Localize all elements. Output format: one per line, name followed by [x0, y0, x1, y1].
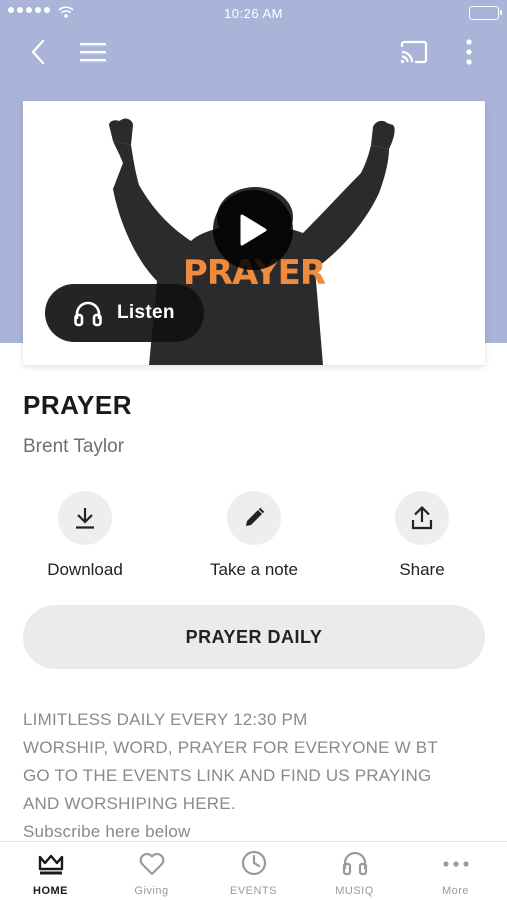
crown-icon — [38, 854, 63, 875]
tab-events-label: EVENTS — [229, 885, 277, 897]
hamburger-menu-icon — [80, 43, 106, 62]
menu-button[interactable] — [75, 34, 111, 70]
download-button[interactable]: Download — [15, 491, 155, 580]
description-line: GO TO THE EVENTS LINK AND FIND US PRAYIN… — [23, 766, 432, 785]
description-line: AND WORSHIPING HERE. — [23, 794, 236, 813]
vertical-ellipsis-icon — [466, 39, 472, 65]
cast-button[interactable] — [396, 34, 432, 70]
more-options-button[interactable] — [451, 34, 487, 70]
description-line: WORSHIP, WORD, PRAYER FOR EVERYONE W BT — [23, 738, 438, 757]
take-a-note-button-circle[interactable] — [227, 491, 281, 545]
more-horizontal-icon — [442, 861, 469, 867]
share-button-circle[interactable] — [395, 491, 449, 545]
share-icon — [411, 505, 433, 530]
tab-musiq[interactable]: MUSIQ — [304, 842, 405, 900]
tab-home-label: HOME — [33, 885, 68, 897]
back-button[interactable] — [20, 34, 56, 70]
listen-button[interactable]: Listen — [45, 284, 204, 342]
tab-more-label: More — [441, 885, 470, 897]
description-line: LIMITLESS DAILY EVERY 12:30 PM — [23, 710, 308, 729]
headphones-icon — [342, 851, 367, 876]
sermon-title: PRAYER — [23, 390, 132, 420]
prayer-daily-button[interactable]: PRAYER DAILY — [23, 605, 485, 669]
clock-icon — [241, 850, 266, 876]
tab-giving-label: Giving — [134, 885, 169, 897]
play-button[interactable] — [213, 190, 293, 270]
play-icon — [240, 214, 267, 246]
download-button-circle[interactable] — [58, 491, 112, 545]
download-label: Download — [47, 560, 123, 579]
sermon-description: LIMITLESS DAILY EVERY 12:30 PM WORSHIP, … — [23, 706, 493, 846]
take-a-note-button[interactable]: Take a note — [184, 491, 324, 580]
cast-icon — [400, 40, 428, 64]
status-time: 10:26 AM — [224, 6, 283, 21]
share-label: Share — [399, 560, 445, 579]
tab-home[interactable]: HOME — [0, 842, 101, 900]
download-icon — [76, 508, 94, 529]
bottom-tab-bar: HOME Giving EVENTS MUSIQ More — [0, 841, 507, 900]
battery-icon — [469, 6, 502, 20]
media-artwork[interactable]: PRAYER Listen — [23, 101, 485, 365]
tab-giving[interactable]: Giving — [101, 842, 202, 900]
listen-label: Listen — [117, 302, 175, 323]
sermon-author: Brent Taylor — [23, 436, 125, 457]
headphones-icon — [74, 301, 102, 327]
tab-musiq-label: MUSIQ — [335, 885, 374, 897]
chevron-left-icon — [31, 39, 45, 65]
pencil-icon — [246, 507, 265, 526]
tab-events[interactable]: EVENTS — [203, 842, 304, 900]
status-bar: 10:26 AM — [0, 0, 507, 28]
share-button[interactable]: Share — [352, 491, 492, 580]
tab-more[interactable]: More — [405, 842, 506, 900]
heart-icon — [139, 852, 164, 876]
take-a-note-label: Take a note — [210, 560, 298, 579]
